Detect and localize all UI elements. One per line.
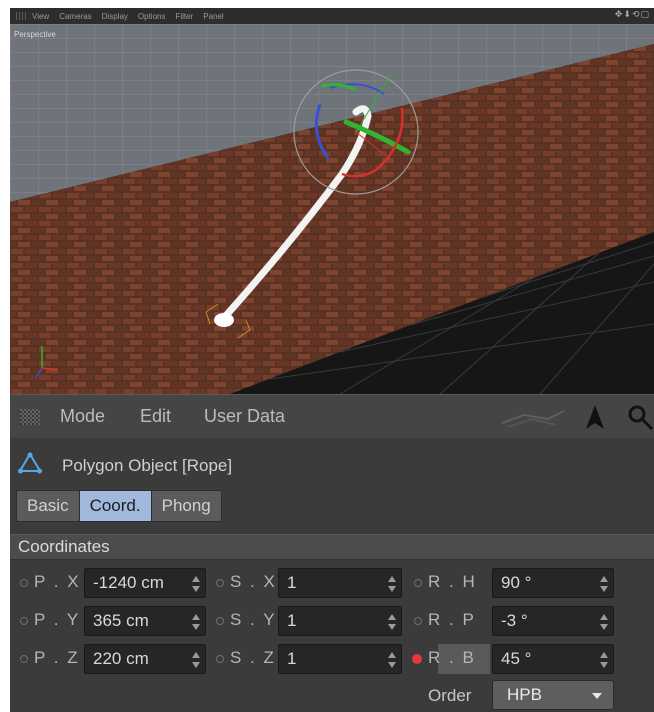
grip-icon[interactable]	[20, 409, 40, 425]
value-py: 365 cm	[93, 611, 149, 630]
field-sy: S . Y 1	[212, 606, 412, 636]
menu-filter[interactable]: Filter	[175, 12, 193, 21]
field-px: P . X -1240 cm	[16, 568, 206, 598]
spin-arrows-icon[interactable]	[191, 651, 201, 669]
keyframe-dot-icon[interactable]	[414, 617, 422, 625]
label-rh: R . H	[428, 572, 477, 591]
scene-render	[10, 24, 654, 394]
value-rp: -3 °	[501, 611, 528, 630]
input-py[interactable]: 365 cm	[84, 606, 206, 636]
label-sy: S . Y	[230, 610, 277, 629]
arrows-icon[interactable]	[498, 405, 568, 431]
object-header: Polygon Object [Rope]	[10, 438, 654, 484]
field-rh: R . H 90 °	[410, 568, 620, 598]
value-rh: 90 °	[501, 573, 532, 592]
viewport-perspective[interactable]: View Cameras Display Options Filter Pane…	[10, 8, 654, 394]
label-sx: S . X	[230, 572, 277, 591]
keyframe-dot-active-icon[interactable]	[412, 654, 422, 664]
value-sy: 1	[287, 611, 297, 630]
viewport-menubar: View Cameras Display Options Filter Pane…	[10, 8, 654, 24]
attribute-manager-toolbar: Mode Edit User Data	[10, 394, 654, 438]
object-title: Polygon Object [Rope]	[62, 456, 233, 475]
keyframe-dot-icon[interactable]	[414, 579, 422, 587]
input-sz[interactable]: 1	[278, 644, 402, 674]
spin-arrows-icon[interactable]	[387, 651, 397, 669]
tab-coord[interactable]: Coord.	[78, 490, 152, 522]
tab-phong[interactable]: Phong	[150, 490, 222, 522]
spin-arrows-icon[interactable]	[387, 575, 397, 593]
value-sz: 1	[287, 649, 297, 668]
keyframe-dot-icon[interactable]	[20, 655, 28, 663]
menu-display[interactable]: Display	[102, 12, 128, 21]
input-rh[interactable]: 90 °	[492, 568, 614, 598]
label-rp: R . P	[428, 610, 476, 629]
menu-panel[interactable]: Panel	[203, 12, 223, 21]
coord-row-3: P . Z 220 cm S . Z 1 R . B 45 °	[10, 644, 654, 678]
field-sz: S . Z 1	[212, 644, 412, 674]
menu-edit[interactable]: Edit	[140, 406, 171, 427]
grip-icon[interactable]	[16, 12, 26, 20]
menu-options[interactable]: Options	[138, 12, 166, 21]
value-sx: 1	[287, 573, 297, 592]
value-rb: 45 °	[501, 649, 532, 668]
tab-basic[interactable]: Basic	[16, 490, 80, 522]
field-rp: R . P -3 °	[410, 606, 620, 636]
keyframe-dot-icon[interactable]	[216, 579, 224, 587]
label-pz: P . Z	[34, 648, 80, 667]
order-row: Order HPB	[10, 680, 654, 712]
spin-arrows-icon[interactable]	[599, 575, 609, 593]
spin-arrows-icon[interactable]	[599, 651, 609, 669]
section-title: Coordinates	[18, 537, 110, 556]
tab-bar: Basic Coord. Phong	[16, 490, 222, 522]
dropdown-caret-icon	[592, 693, 602, 699]
field-rb: R . B 45 °	[410, 644, 620, 674]
menu-cameras[interactable]: Cameras	[59, 12, 91, 21]
coord-row-2: P . Y 365 cm S . Y 1 R . P -3 °	[10, 606, 654, 640]
polygon-object-icon	[18, 452, 42, 474]
spin-arrows-icon[interactable]	[599, 613, 609, 631]
spin-arrows-icon[interactable]	[191, 575, 201, 593]
keyframe-dot-icon[interactable]	[20, 617, 28, 625]
cinema4d-window: View Cameras Display Options Filter Pane…	[10, 8, 654, 712]
field-sx: S . X 1	[212, 568, 412, 598]
input-rb[interactable]: 45 °	[492, 644, 614, 674]
input-sx[interactable]: 1	[278, 568, 402, 598]
cursor-icon[interactable]	[584, 403, 606, 431]
input-rp[interactable]: -3 °	[492, 606, 614, 636]
spin-arrows-icon[interactable]	[387, 613, 397, 631]
menu-user-data[interactable]: User Data	[204, 406, 285, 427]
order-dropdown[interactable]: HPB	[492, 680, 614, 710]
section-coordinates[interactable]: Coordinates	[10, 534, 654, 560]
label-py: P . Y	[34, 610, 81, 629]
value-pz: 220 cm	[93, 649, 149, 668]
keyframe-dot-icon[interactable]	[216, 655, 224, 663]
field-py: P . Y 365 cm	[16, 606, 206, 636]
viewport-label: Perspective	[14, 30, 56, 39]
input-pz[interactable]: 220 cm	[84, 644, 206, 674]
spin-arrows-icon[interactable]	[191, 613, 201, 631]
menu-mode[interactable]: Mode	[60, 406, 105, 427]
value-px: -1240 cm	[93, 573, 164, 592]
viewport-nav-icon[interactable]: ✥⬇⟲▢	[615, 10, 650, 20]
search-icon[interactable]	[626, 403, 654, 431]
label-sz: S . Z	[230, 648, 276, 667]
menu-view[interactable]: View	[32, 12, 49, 21]
input-sy[interactable]: 1	[278, 606, 402, 636]
keyframe-dot-icon[interactable]	[20, 579, 28, 587]
keyframe-dot-icon[interactable]	[216, 617, 224, 625]
label-px: P . X	[34, 572, 81, 591]
field-pz: P . Z 220 cm	[16, 644, 206, 674]
label-rb: R . B	[428, 648, 476, 667]
coord-row-1: P . X -1240 cm S . X 1 R . H 90 °	[10, 568, 654, 602]
order-label: Order	[428, 686, 472, 705]
input-px[interactable]: -1240 cm	[84, 568, 206, 598]
order-value: HPB	[507, 685, 542, 704]
